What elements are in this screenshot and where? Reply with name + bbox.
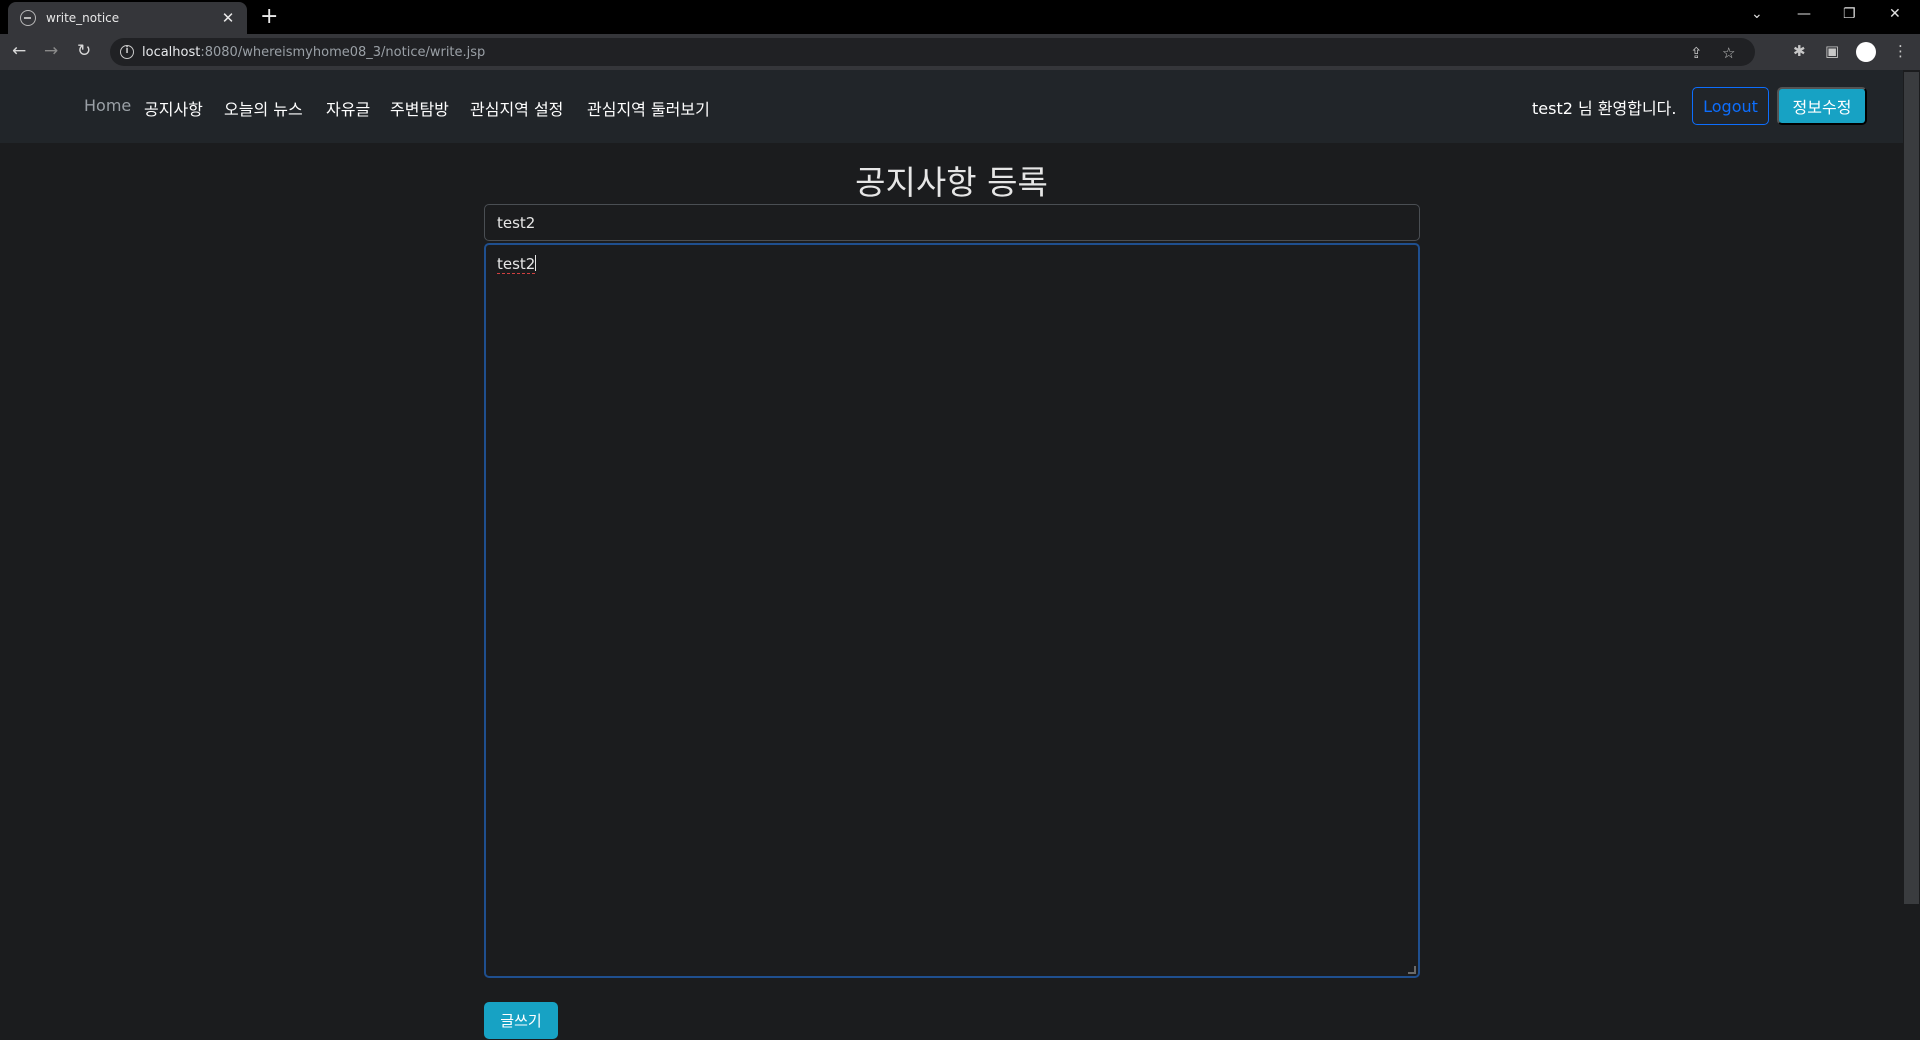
reload-icon[interactable]: ↻ <box>77 41 91 61</box>
share-icon[interactable]: ⇪ <box>1690 44 1703 62</box>
welcome-text: test2 님 환영합니다. <box>1532 99 1677 118</box>
side-panel-icon[interactable]: ▣ <box>1825 42 1839 60</box>
site-navbar: Home 공지사항 오늘의 뉴스 자유글 주변탐방 관심지역 설정 관심지역 둘… <box>0 70 1903 143</box>
forward-icon[interactable]: → <box>44 41 58 61</box>
nav-free-board[interactable]: 자유글 <box>326 96 370 120</box>
nav-explore[interactable]: 주변탐방 <box>390 96 449 120</box>
page-title: 공지사항 등록 <box>855 163 1048 202</box>
submit-button[interactable]: 글쓰기 <box>484 1002 558 1039</box>
nav-news[interactable]: 오늘의 뉴스 <box>224 96 303 120</box>
title-input-value: test2 <box>497 213 536 232</box>
text-caret <box>535 255 537 271</box>
edit-profile-button[interactable]: 정보수정 <box>1777 87 1867 125</box>
new-tab-icon[interactable]: + <box>260 4 278 29</box>
minimize-icon[interactable]: — <box>1797 6 1811 22</box>
page-viewport: Home 공지사항 오늘의 뉴스 자유글 주변탐방 관심지역 설정 관심지역 둘… <box>0 70 1903 1040</box>
back-icon[interactable]: ← <box>12 41 26 61</box>
tab-search-icon[interactable]: ⌄ <box>1751 6 1763 22</box>
close-icon[interactable]: ✕ <box>219 9 237 27</box>
address-bar[interactable]: i localhost:8080/whereismyhome08_3/notic… <box>110 38 1755 66</box>
window-close-icon[interactable]: ✕ <box>1889 6 1901 22</box>
restore-icon[interactable]: ❐ <box>1843 6 1856 22</box>
resize-handle-icon[interactable] <box>1408 966 1416 974</box>
browser-tab[interactable]: write_notice ✕ <box>8 2 247 34</box>
title-input[interactable]: test2 <box>484 204 1420 241</box>
browser-tab-bar: write_notice ✕ + ⌄ — ❐ ✕ <box>0 0 1920 34</box>
profile-avatar[interactable] <box>1856 42 1876 62</box>
scrollbar-thumb[interactable] <box>1904 72 1919 904</box>
nav-interest-browse[interactable]: 관심지역 둘러보기 <box>587 96 710 120</box>
site-info-icon[interactable]: i <box>120 45 134 59</box>
bookmark-star-icon[interactable]: ☆ <box>1722 44 1735 62</box>
menu-kebab-icon[interactable]: ⋮ <box>1893 42 1908 60</box>
content-textarea-value: test2 <box>497 255 536 274</box>
nav-interest-setting[interactable]: 관심지역 설정 <box>470 96 563 120</box>
content-textarea[interactable]: test2 <box>484 243 1420 978</box>
globe-icon <box>20 10 36 26</box>
browser-toolbar: ← → ↻ i localhost:8080/whereismyhome08_3… <box>0 34 1920 70</box>
extensions-icon[interactable]: ✱ <box>1793 42 1806 60</box>
url-text[interactable]: localhost:8080/whereismyhome08_3/notice/… <box>142 45 485 60</box>
logout-button[interactable]: Logout <box>1692 87 1769 125</box>
nav-notice[interactable]: 공지사항 <box>144 96 203 120</box>
tab-title: write_notice <box>46 11 120 25</box>
nav-home[interactable]: Home <box>84 96 131 115</box>
